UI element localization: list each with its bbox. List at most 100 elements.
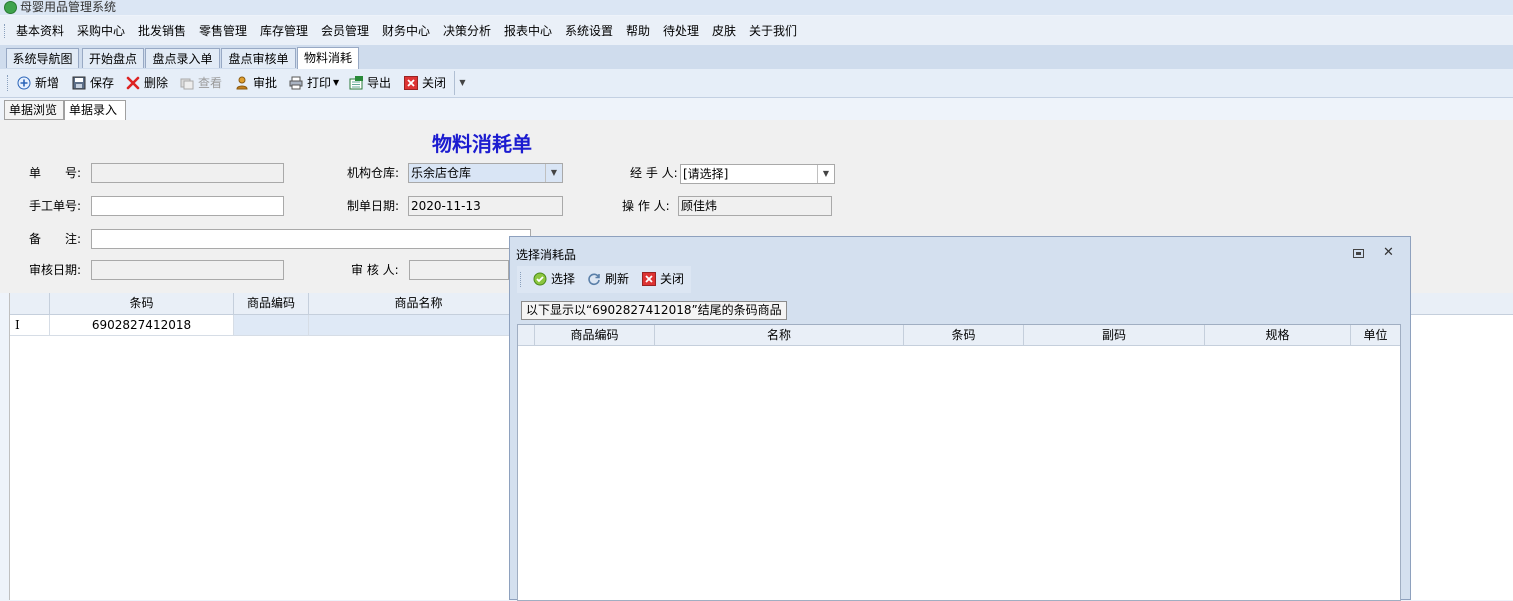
tab-start-stocktake[interactable]: 开始盘点 <box>82 48 144 68</box>
tab-stocktake-audit[interactable]: 盘点审核单 <box>221 48 296 68</box>
column-header-barcode[interactable]: 条码 <box>904 325 1024 346</box>
close-icon <box>642 272 656 286</box>
menu-grip[interactable] <box>4 24 7 38</box>
main-toolbar: 新增 保存 删除 查看 审批 打印 ▼ 导出 关闭 ▼ <box>0 69 1513 98</box>
form-title: 物料消耗单 <box>432 132 532 156</box>
document-tabs: 系统导航图 开始盘点 盘点录入单 盘点审核单 物料消耗 <box>0 45 1513 70</box>
column-header-spec[interactable]: 规格 <box>1205 325 1351 346</box>
approve-button[interactable]: 审批 <box>235 75 277 91</box>
save-button[interactable]: 保存 <box>72 75 114 91</box>
column-header-product-name[interactable]: 名称 <box>655 325 904 346</box>
handler-select[interactable]: [请选择] ▼ <box>680 164 835 184</box>
view-icon <box>180 78 194 90</box>
menu-skin[interactable]: 皮肤 <box>712 23 736 39</box>
restore-icon[interactable] <box>1353 247 1364 261</box>
save-icon <box>72 76 86 90</box>
close-icon <box>404 76 418 90</box>
menu-decision[interactable]: 决策分析 <box>443 23 491 39</box>
warehouse-value: 乐余店仓库 <box>411 166 472 180</box>
auditor-label: 审 核 人: <box>351 263 399 277</box>
check-icon <box>533 272 547 286</box>
warehouse-label: 机构仓库: <box>347 166 400 180</box>
table-cell-barcode[interactable]: 6902827412018 <box>50 315 234 336</box>
column-header-unit[interactable]: 单位 <box>1351 325 1400 346</box>
menu-wholesale[interactable]: 批发销售 <box>138 23 186 39</box>
date-field[interactable]: 2020-11-13 <box>408 196 563 216</box>
add-icon <box>17 76 31 90</box>
menu-member[interactable]: 会员管理 <box>321 23 369 39</box>
approve-label: 审批 <box>253 76 278 90</box>
column-header-product-code[interactable]: 商品编码 <box>535 325 655 346</box>
export-button[interactable]: 导出 <box>349 75 391 91</box>
menu-settings[interactable]: 系统设置 <box>565 23 613 39</box>
column-header-sub-code[interactable]: 副码 <box>1024 325 1205 346</box>
manual-no-label: 手工单号: <box>29 199 82 213</box>
toolbar-overflow-dropdown[interactable]: ▼ <box>454 71 470 95</box>
auditor-field[interactable] <box>409 260 509 280</box>
dialog-close-icon[interactable]: ✕ <box>1383 245 1394 260</box>
menu-purchase[interactable]: 采购中心 <box>77 23 125 39</box>
table-cell-name[interactable] <box>309 315 529 336</box>
warehouse-select[interactable]: 乐余店仓库 ▼ <box>408 163 563 183</box>
toolbar-grip[interactable] <box>7 75 10 91</box>
print-dropdown-icon[interactable]: ▼ <box>333 75 339 91</box>
audit-date-field[interactable] <box>91 260 284 280</box>
warehouse-dropdown-icon[interactable]: ▼ <box>545 164 562 182</box>
operator-label: 操 作 人: <box>622 199 670 213</box>
menu-pending[interactable]: 待处理 <box>663 23 699 39</box>
doc-no-field[interactable] <box>91 163 284 183</box>
close-button[interactable]: 关闭 <box>404 75 446 91</box>
dialog-close-label: 关闭 <box>660 272 685 286</box>
print-button[interactable]: 打印 ▼ <box>289 75 339 91</box>
menu-finance[interactable]: 财务中心 <box>382 23 430 39</box>
column-header-name[interactable]: 商品名称 <box>309 293 529 315</box>
refresh-label: 刷新 <box>605 272 630 286</box>
tab-stocktake-entry[interactable]: 盘点录入单 <box>145 48 220 68</box>
dialog-title: 选择消耗品 <box>516 248 577 262</box>
menu-inventory[interactable]: 库存管理 <box>260 23 308 39</box>
handler-dropdown-icon[interactable]: ▼ <box>817 165 834 183</box>
menu-reports[interactable]: 报表中心 <box>504 23 552 39</box>
handler-label: 经 手 人: <box>630 166 678 180</box>
operator-field[interactable]: 顾佳炜 <box>678 196 832 216</box>
tab-navigation[interactable]: 系统导航图 <box>6 48 79 68</box>
menu-basic-data[interactable]: 基本资料 <box>16 23 64 39</box>
menu-about[interactable]: 关于我们 <box>749 23 797 39</box>
excel-export-icon <box>349 76 363 90</box>
printer-icon <box>289 76 303 90</box>
approve-icon <box>236 76 248 90</box>
dialog-close-button[interactable]: 关闭 <box>642 271 684 287</box>
select-consumable-dialog: 选择消耗品 ✕ 选择 刷新 关闭 以下显示以“6902827412018”结尾的… <box>509 236 1411 601</box>
new-button[interactable]: 新增 <box>17 75 59 91</box>
delete-icon <box>126 76 140 90</box>
new-label: 新增 <box>35 76 60 90</box>
handler-value: [请选择] <box>683 167 729 181</box>
export-label: 导出 <box>367 76 392 90</box>
title-bar: 母婴用品管理系统 <box>0 0 1513 15</box>
menu-help[interactable]: 帮助 <box>626 23 650 39</box>
table-cell-code[interactable] <box>234 315 309 336</box>
view-button[interactable]: 查看 <box>180 75 222 91</box>
column-header-barcode[interactable]: 条码 <box>50 293 234 315</box>
close-label: 关闭 <box>422 76 447 90</box>
dialog-row-indicator-header <box>518 325 535 346</box>
app-logo-icon <box>4 1 17 14</box>
select-label: 选择 <box>551 272 576 286</box>
delete-label: 删除 <box>144 76 169 90</box>
tab-browse[interactable]: 单据浏览 <box>4 100 64 120</box>
app-title: 母婴用品管理系统 <box>20 0 117 14</box>
menu-retail[interactable]: 零售管理 <box>199 23 247 39</box>
delete-button[interactable]: 删除 <box>126 75 168 91</box>
view-label: 查看 <box>198 76 223 90</box>
search-message: 以下显示以“6902827412018”结尾的条码商品 <box>521 301 787 320</box>
date-label: 制单日期: <box>347 199 400 213</box>
save-label: 保存 <box>90 76 115 90</box>
refresh-button[interactable]: 刷新 <box>587 271 629 287</box>
tab-material-consumption[interactable]: 物料消耗 <box>297 47 359 69</box>
dialog-toolbar-grip[interactable] <box>520 272 523 287</box>
column-header-code[interactable]: 商品编码 <box>234 293 309 315</box>
select-button[interactable]: 选择 <box>533 271 575 287</box>
remark-field[interactable] <box>91 229 531 249</box>
manual-no-field[interactable] <box>91 196 284 216</box>
tab-entry[interactable]: 单据录入 <box>64 100 126 120</box>
